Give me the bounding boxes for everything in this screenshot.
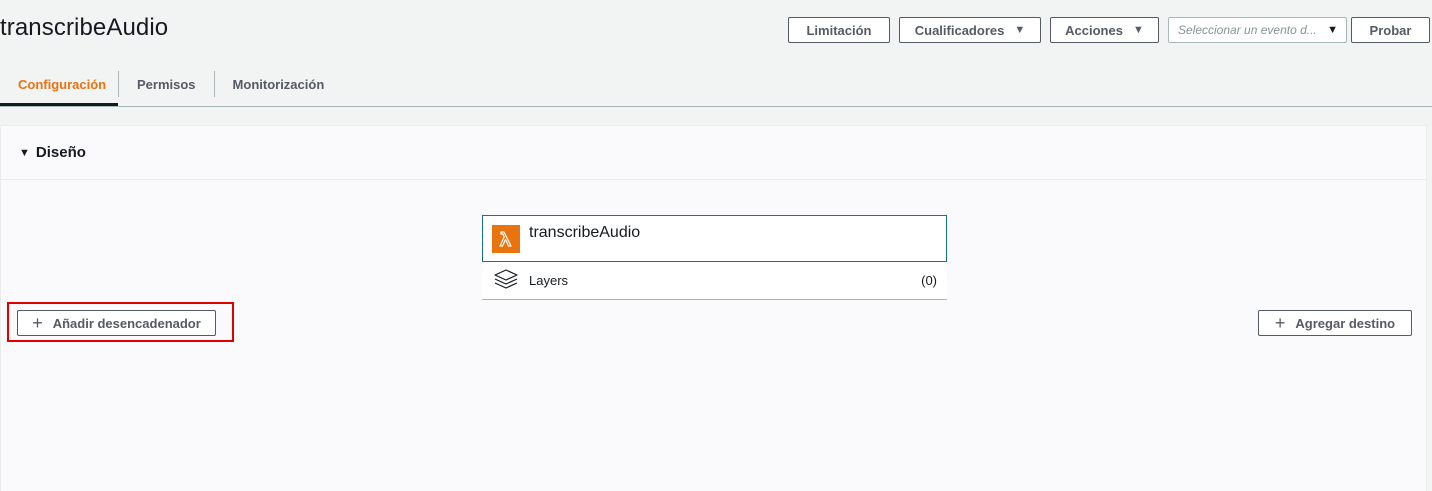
layers-row[interactable]: Layers (0) — [482, 262, 947, 300]
test-event-placeholder: Seleccionar un evento d... — [1178, 23, 1317, 37]
caret-down-icon: ▼ — [1014, 24, 1026, 36]
limitation-button[interactable]: Limitación — [788, 17, 890, 43]
add-trigger-label: Añadir desencadenador — [52, 315, 201, 331]
design-panel-header[interactable]: ▼ Diseño — [1, 126, 1426, 180]
tab-divider-line — [0, 106, 1432, 107]
function-card-header[interactable]: transcribeAudio — [482, 215, 947, 262]
tab-bar: Configuración Permisos Monitorización — [0, 62, 342, 106]
actions-dropdown-label: Acciones — [1065, 22, 1123, 38]
lambda-icon — [492, 224, 520, 253]
tab-monitoring[interactable]: Monitorización — [215, 62, 343, 106]
plus-icon: + — [32, 313, 43, 333]
design-heading: Diseño — [35, 144, 86, 161]
tab-configuration[interactable]: Configuración — [0, 62, 118, 106]
test-button-label: Probar — [1369, 22, 1412, 38]
tab-label: Configuración — [18, 76, 107, 92]
add-trigger-button[interactable]: + Añadir desencadenador — [17, 310, 216, 336]
page-title: transcribeAudio — [0, 14, 169, 41]
qualifiers-dropdown-label: Cualificadores — [914, 22, 1005, 38]
function-card: transcribeAudio Layers (0) — [482, 215, 947, 300]
tab-label: Permisos — [137, 76, 196, 92]
caret-down-icon: ▼ — [19, 146, 30, 159]
caret-down-icon: ▼ — [1327, 24, 1338, 36]
actions-dropdown[interactable]: Acciones ▼ — [1050, 17, 1159, 43]
limitation-button-label: Limitación — [806, 22, 872, 38]
qualifiers-dropdown[interactable]: Cualificadores ▼ — [899, 17, 1041, 43]
layers-icon — [493, 268, 519, 293]
layers-label: Layers — [529, 273, 569, 288]
add-destination-label: Agregar destino — [1295, 315, 1396, 331]
plus-icon: + — [1274, 313, 1286, 333]
tab-permissions[interactable]: Permisos — [119, 62, 214, 106]
test-event-select[interactable]: Seleccionar un evento d... ▼ — [1168, 17, 1347, 43]
caret-down-icon: ▼ — [1132, 24, 1144, 36]
tab-label: Monitorización — [232, 76, 325, 92]
function-name: transcribeAudio — [529, 223, 641, 241]
test-button[interactable]: Probar — [1351, 17, 1430, 43]
add-destination-button[interactable]: + Agregar destino — [1258, 310, 1412, 336]
layers-count: (0) — [921, 273, 937, 288]
